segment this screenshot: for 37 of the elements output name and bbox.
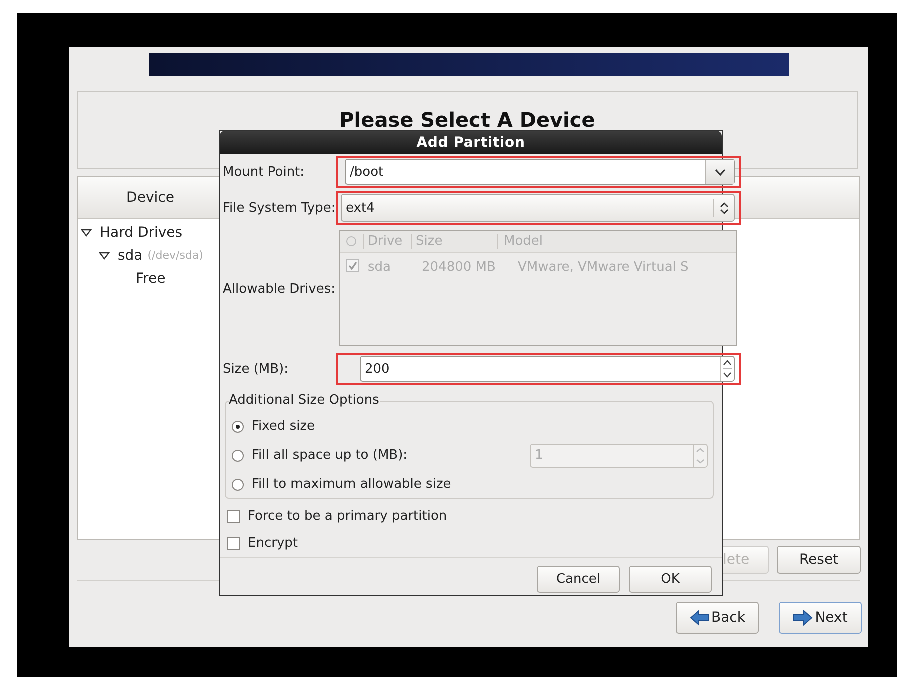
field-label: File System Type: (223, 200, 336, 216)
arrow-right-icon (793, 610, 814, 626)
dialog-button[interactable]: OK (629, 566, 712, 593)
action-button[interactable]: Reset (777, 546, 861, 574)
field-label: Allowable Drives: (223, 282, 336, 296)
table-cell-text: sda (367, 260, 392, 274)
table-cell-text: VMware, VMware Virtual S (517, 260, 690, 274)
radio-option[interactable]: Fill to maximum allowable size (232, 477, 452, 492)
expander-icon[interactable] (99, 252, 110, 260)
dialog-button[interactable]: Cancel (537, 566, 620, 593)
file-system-select[interactable]: ext4 (341, 194, 735, 222)
back-button[interactable]: Back (676, 602, 759, 634)
field-label: Size (MB): (223, 362, 290, 376)
tree-item[interactable]: Hard Drives (100, 224, 183, 240)
tree-item[interactable]: sda (118, 248, 143, 264)
spin-arrows-icon (723, 358, 732, 380)
group-title: Additional Size Options (229, 393, 380, 408)
arrow-left-icon (690, 610, 710, 626)
device-path: (/dev/sda) (148, 249, 204, 262)
radio-option[interactable]: Fixed size (232, 419, 316, 434)
radio-option[interactable]: Fill all space up to (MB): (232, 448, 408, 463)
dialog-title: Add Partition (220, 131, 722, 154)
check-icon (348, 260, 358, 271)
updown-icon (720, 202, 728, 214)
mount-point-combo[interactable]: /boot (345, 159, 735, 185)
size-spin-field[interactable]: 200 (360, 356, 735, 382)
checkbox-option[interactable]: Force to be a primary partition (223, 503, 719, 530)
table-cell-text: 204800 MB (421, 260, 497, 274)
page-heading: Please Select A Device (340, 108, 596, 132)
field-label: Mount Point: (223, 164, 306, 180)
checkbox-option[interactable]: Encrypt (223, 530, 719, 557)
expander-icon[interactable] (81, 228, 92, 236)
radio-column-icon (346, 236, 357, 247)
chevron-down-icon (714, 168, 726, 176)
next-button[interactable]: Next (779, 602, 862, 634)
tree-item[interactable]: Free (136, 270, 166, 286)
spin-arrows-icon (696, 446, 705, 466)
